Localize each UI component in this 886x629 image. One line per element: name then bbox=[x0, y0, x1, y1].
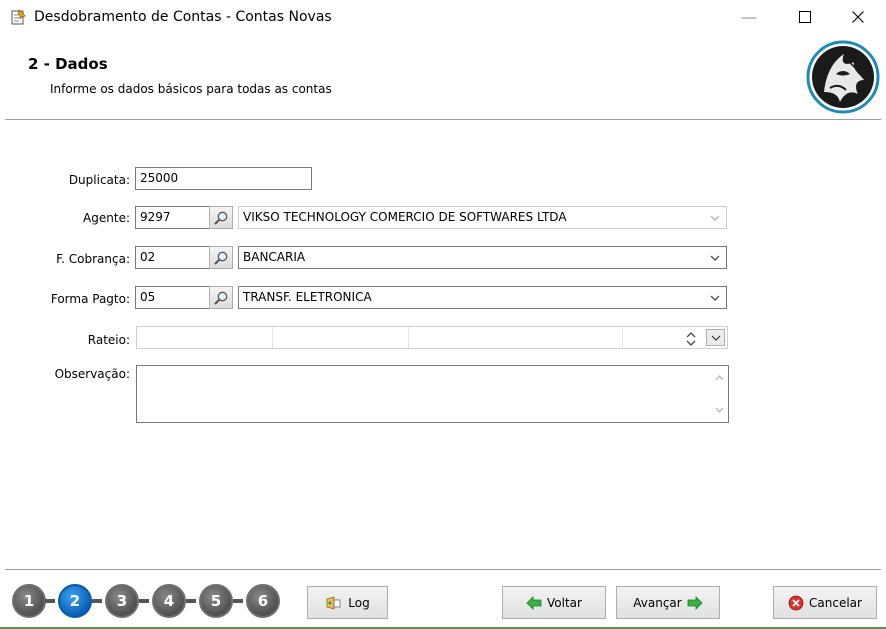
wizard-steps: 1 2 3 4 5 6 bbox=[12, 584, 282, 618]
chevron-down-icon bbox=[710, 255, 720, 261]
forma-pagto-code-input[interactable]: 05 bbox=[135, 286, 210, 309]
chevron-down-icon bbox=[710, 215, 720, 221]
voltar-button-label: Voltar bbox=[547, 595, 582, 610]
duplicata-label: Duplicata: bbox=[68, 173, 130, 187]
rateio-dropdown-button[interactable] bbox=[706, 329, 725, 346]
step-connector bbox=[139, 599, 149, 603]
step-3-label: 3 bbox=[116, 592, 128, 610]
log-icon bbox=[326, 595, 341, 610]
chevron-down-icon bbox=[710, 295, 720, 301]
wolf-logo-icon bbox=[806, 40, 880, 114]
step-4-label: 4 bbox=[163, 592, 175, 610]
forma-cobranca-label: F. Cobrança: bbox=[56, 252, 130, 266]
magnifier-icon bbox=[214, 291, 228, 305]
step-connector bbox=[45, 599, 55, 603]
arrow-right-icon bbox=[687, 595, 703, 610]
rateio-input[interactable] bbox=[136, 326, 728, 349]
minimize-button[interactable]: — bbox=[726, 0, 772, 34]
step-2[interactable]: 2 bbox=[58, 584, 92, 618]
forma-pagto-label: Forma Pagto: bbox=[50, 292, 130, 306]
forma-cobranca-name-value: BANCARIA bbox=[243, 250, 306, 264]
step-5-label: 5 bbox=[210, 592, 222, 610]
agente-name-value: VIKSO TECHNOLOGY COMERCIO DE SOFTWARES L… bbox=[243, 210, 567, 224]
step-1-label: 1 bbox=[23, 592, 35, 610]
observacao-label: Observação: bbox=[54, 367, 130, 381]
minimize-icon: — bbox=[741, 8, 757, 26]
magnifier-icon bbox=[214, 251, 228, 265]
step-5[interactable]: 5 bbox=[199, 584, 233, 618]
forma-cobranca-search-button[interactable] bbox=[209, 246, 233, 269]
window-title: Desdobramento de Contas - Contas Novas bbox=[34, 9, 332, 25]
step-4[interactable]: 4 bbox=[152, 584, 186, 618]
magnifier-icon bbox=[214, 211, 228, 225]
maximize-button[interactable] bbox=[782, 0, 828, 34]
rateio-segment bbox=[409, 327, 623, 348]
vertical-scrollbar[interactable] bbox=[711, 366, 728, 422]
step-6-label: 6 bbox=[257, 592, 269, 610]
step-connector bbox=[233, 599, 243, 603]
cancelar-button-label: Cancelar bbox=[809, 595, 862, 610]
duplicata-input[interactable]: 25000 bbox=[135, 167, 312, 190]
step-1[interactable]: 1 bbox=[12, 584, 46, 618]
chevron-down-icon bbox=[711, 335, 720, 341]
forma-cobranca-code-input[interactable]: 02 bbox=[135, 246, 210, 269]
voltar-button[interactable]: Voltar bbox=[502, 586, 606, 619]
cancelar-button[interactable]: Cancelar bbox=[773, 586, 877, 619]
step-3[interactable]: 3 bbox=[105, 584, 139, 618]
forma-cobranca-combo[interactable]: BANCARIA bbox=[238, 246, 727, 269]
arrow-left-icon bbox=[526, 595, 542, 610]
step-6[interactable]: 6 bbox=[246, 584, 280, 618]
step-connector bbox=[92, 599, 102, 603]
agente-label: Agente: bbox=[83, 211, 130, 225]
rateio-segment bbox=[137, 327, 273, 348]
forma-pagto-name-value: TRANSF. ELETRONICA bbox=[243, 290, 372, 304]
avancar-button-label: Avançar bbox=[633, 595, 682, 610]
avancar-button[interactable]: Avançar bbox=[616, 586, 720, 619]
header-separator bbox=[5, 119, 881, 121]
log-button[interactable]: Log bbox=[307, 586, 388, 619]
rateio-segment bbox=[273, 327, 409, 348]
footer-separator bbox=[5, 569, 881, 571]
rateio-label: Rateio: bbox=[87, 333, 130, 347]
step-title: 2 - Dados bbox=[28, 55, 108, 73]
maximize-icon bbox=[799, 11, 811, 23]
agente-code-input[interactable]: 9297 bbox=[135, 206, 210, 229]
agente-search-button[interactable] bbox=[209, 206, 233, 229]
app-icon bbox=[11, 9, 26, 25]
forma-pagto-combo[interactable]: TRANSF. ELETRONICA bbox=[238, 286, 727, 309]
step-2-label: 2 bbox=[69, 592, 81, 610]
close-icon bbox=[852, 11, 864, 23]
spin-updown-icon[interactable] bbox=[684, 330, 698, 348]
agente-name-combo[interactable]: VIKSO TECHNOLOGY COMERCIO DE SOFTWARES L… bbox=[238, 206, 727, 229]
cancel-icon bbox=[788, 595, 804, 610]
close-button[interactable] bbox=[835, 0, 881, 34]
log-button-label: Log bbox=[348, 595, 370, 610]
forma-pagto-search-button[interactable] bbox=[209, 286, 233, 309]
step-connector bbox=[186, 599, 196, 603]
step-subtitle: Informe os dados básicos para todas as c… bbox=[50, 82, 332, 96]
observacao-textarea[interactable] bbox=[136, 365, 729, 423]
